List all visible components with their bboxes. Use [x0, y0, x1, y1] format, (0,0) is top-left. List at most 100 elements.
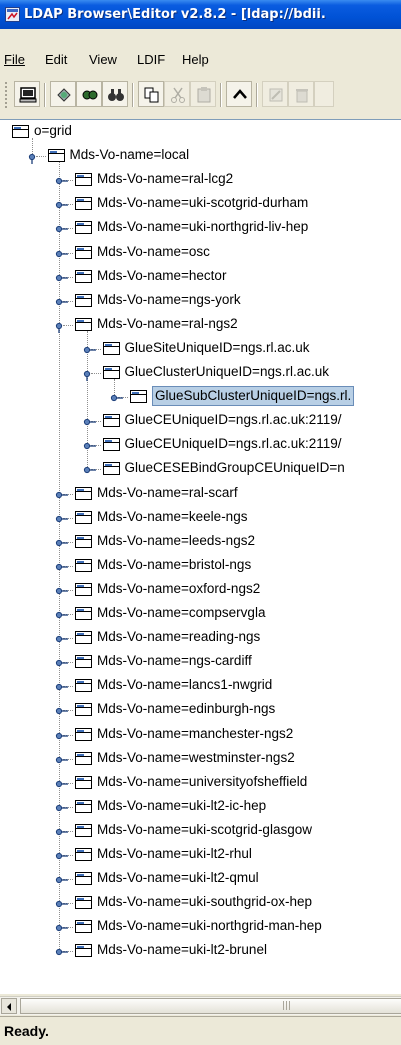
folder-icon: [75, 799, 92, 813]
tree-node[interactable]: GlueCEUniqueID=ngs.rl.ac.uk:2119/: [0, 433, 401, 457]
tree-node[interactable]: Mds-Vo-name=compservgla: [0, 602, 401, 626]
tree-node[interactable]: Mds-Vo-name=uki-northgrid-man-hep: [0, 915, 401, 939]
collapse-handle-icon[interactable]: [55, 319, 69, 333]
find-button[interactable]: [102, 81, 128, 107]
tree-node[interactable]: Mds-Vo-name=uki-lt2-qmul: [0, 867, 401, 891]
delete-button[interactable]: [288, 81, 314, 107]
collapse-handle-icon[interactable]: [28, 150, 42, 165]
menu-help[interactable]: Help: [182, 52, 209, 67]
tree-node[interactable]: Mds-Vo-name=manchester-ngs2: [0, 723, 401, 747]
tree-node[interactable]: o=grid: [0, 120, 401, 144]
more-button[interactable]: [314, 81, 334, 107]
tree-node[interactable]: Mds-Vo-name=uki-scotgrid-glasgow: [0, 819, 401, 843]
tree-node[interactable]: GlueSiteUniqueID=ngs.rl.ac.uk: [0, 337, 401, 361]
menu-ldif[interactable]: LDIF: [137, 52, 165, 67]
toolbar-grip[interactable]: [4, 81, 8, 109]
expand-handle-icon[interactable]: [83, 343, 97, 357]
expand-handle-icon[interactable]: [55, 729, 69, 743]
tree-node[interactable]: Mds-Vo-name=oxford-ngs2: [0, 578, 401, 602]
expand-handle-icon[interactable]: [55, 560, 69, 574]
folder-icon: [75, 293, 92, 307]
tree-node[interactable]: Mds-Vo-name=uki-northgrid-liv-hep: [0, 216, 401, 240]
tree-node[interactable]: Mds-Vo-name=universityofsheffield: [0, 771, 401, 795]
expand-handle-icon[interactable]: [55, 801, 69, 815]
expand-handle-icon[interactable]: [55, 608, 69, 622]
expand-handle-icon[interactable]: [55, 295, 69, 309]
tree-node[interactable]: Mds-Vo-name=uki-lt2-brunel: [0, 939, 401, 963]
tree-node[interactable]: Mds-Vo-name=uki-southgrid-ox-hep: [0, 891, 401, 915]
tree-node[interactable]: Mds-Vo-name=westminster-ngs2: [0, 747, 401, 771]
expand-handle-icon[interactable]: [83, 463, 97, 477]
scrollbar-thumb[interactable]: [20, 998, 401, 1014]
tree-node[interactable]: Mds-Vo-name=ral-scarf: [0, 482, 401, 506]
menu-view[interactable]: View: [89, 52, 117, 67]
expand-handle-icon[interactable]: [55, 921, 69, 935]
expand-handle-icon[interactable]: [55, 584, 69, 598]
menu-edit-label: Edit: [45, 52, 68, 67]
expand-handle-icon[interactable]: [55, 536, 69, 550]
menu-file[interactable]: File: [4, 52, 25, 67]
expand-handle-icon[interactable]: [110, 391, 124, 405]
refresh-button[interactable]: [50, 81, 76, 107]
paste-button[interactable]: [190, 81, 216, 107]
scrollbar-grip: [283, 1001, 291, 1010]
ldap-tree[interactable]: o=grid Mds-Vo-name=local Mds-Vo-name=ral-l…: [0, 119, 401, 994]
collapse-handle-icon[interactable]: [83, 367, 97, 381]
scroll-left-button[interactable]: [1, 998, 17, 1014]
copy-button[interactable]: [138, 81, 164, 107]
expand-handle-icon[interactable]: [55, 222, 69, 236]
tree-node[interactable]: Mds-Vo-name=uki-lt2-rhul: [0, 843, 401, 867]
tree-node[interactable]: GlueSubClusterUniqueID=ngs.rl.: [0, 385, 401, 409]
expand-handle-icon[interactable]: [55, 247, 69, 261]
tree-node[interactable]: Mds-Vo-name=bristol-ngs: [0, 554, 401, 578]
expand-handle-icon[interactable]: [83, 415, 97, 429]
tree-node[interactable]: GlueClusterUniqueID=ngs.rl.ac.uk: [0, 361, 401, 385]
tree-node-label: Mds-Vo-name=local: [69, 147, 190, 163]
expand-handle-icon[interactable]: [55, 656, 69, 670]
edit-button[interactable]: [262, 81, 288, 107]
horizontal-scrollbar[interactable]: [0, 996, 401, 1015]
expand-handle-icon[interactable]: [83, 439, 97, 453]
expand-handle-icon[interactable]: [55, 271, 69, 285]
tree-node[interactable]: Mds-Vo-name=hector: [0, 265, 401, 289]
search-icon: [82, 90, 98, 100]
expand-handle-icon[interactable]: [55, 632, 69, 646]
expand-handle-icon[interactable]: [55, 174, 69, 188]
tree-node[interactable]: Mds-Vo-name=ngs-cardiff: [0, 650, 401, 674]
tree-node[interactable]: Mds-Vo-name=reading-ngs: [0, 626, 401, 650]
folder-icon: [102, 414, 120, 428]
tree-node[interactable]: Mds-Vo-name=ral-lcg2: [0, 168, 401, 192]
expand-handle-icon[interactable]: [55, 704, 69, 718]
expand-handle-icon[interactable]: [55, 753, 69, 767]
expand-handle-icon[interactable]: [55, 825, 69, 839]
cut-button[interactable]: [164, 81, 190, 107]
title-bar[interactable]: LDAP Browser\Editor v2.8.2 - [ldap://bdi…: [0, 0, 401, 29]
expand-handle-icon[interactable]: [55, 777, 69, 791]
tree-node[interactable]: Mds-Vo-name=lancs1-nwgrid: [0, 674, 401, 698]
expand-handle-icon[interactable]: [55, 897, 69, 911]
up-button[interactable]: [226, 81, 252, 107]
tree-node[interactable]: GlueCESEBindGroupCEUniqueID=n: [0, 457, 401, 481]
tree-node[interactable]: Mds-Vo-name=local: [0, 144, 401, 168]
expand-handle-icon[interactable]: [55, 873, 69, 887]
expand-handle-icon[interactable]: [55, 198, 69, 212]
tree-node[interactable]: Mds-Vo-name=uki-lt2-ic-hep: [0, 795, 401, 819]
connect-button[interactable]: [14, 81, 40, 107]
tree-node[interactable]: GlueCEUniqueID=ngs.rl.ac.uk:2119/: [0, 409, 401, 433]
tree-node[interactable]: Mds-Vo-name=osc: [0, 241, 401, 265]
expand-handle-icon[interactable]: [55, 512, 69, 526]
expand-handle-icon[interactable]: [55, 945, 69, 959]
tree-node-label: Mds-Vo-name=westminster-ngs2: [97, 749, 295, 765]
tree-node[interactable]: Mds-Vo-name=edinburgh-ngs: [0, 698, 401, 722]
tree-node[interactable]: Mds-Vo-name=leeds-ngs2: [0, 530, 401, 554]
tree-node[interactable]: Mds-Vo-name=keele-ngs: [0, 506, 401, 530]
tree-node[interactable]: Mds-Vo-name=ral-ngs2: [0, 313, 401, 337]
search-button[interactable]: [76, 81, 102, 107]
expand-handle-icon[interactable]: [55, 849, 69, 863]
tree-node[interactable]: Mds-Vo-name=uki-scotgrid-durham: [0, 192, 401, 216]
tree-node[interactable]: Mds-Vo-name=ngs-york: [0, 289, 401, 313]
menu-edit[interactable]: Edit: [45, 52, 67, 67]
expand-handle-icon[interactable]: [55, 488, 69, 502]
tree-node-label: GlueCESEBindGroupCEUniqueID=n: [124, 460, 345, 476]
expand-handle-icon[interactable]: [55, 680, 69, 694]
